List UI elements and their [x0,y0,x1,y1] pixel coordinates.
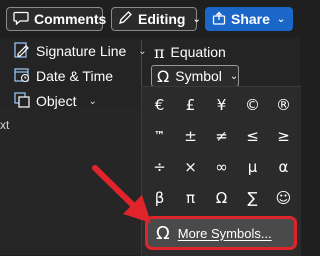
object-icon [14,91,30,111]
symbol-cell[interactable]: ™ [146,122,173,149]
symbol-cell[interactable]: β [146,184,173,211]
symbol-cell[interactable]: £ [177,91,204,118]
symbol-cell[interactable]: µ [239,153,266,180]
ribbon-empty-area [0,106,141,255]
symbol-label: Symbol [175,68,222,84]
calendar-icon [14,67,30,86]
symbol-cell[interactable]: α [270,153,297,180]
comments-label: Comments [34,11,107,27]
signature-line-label: Signature Line [36,43,127,59]
signature-line-button[interactable]: Signature Line ⌄ [14,41,147,61]
share-button[interactable]: Share ⌄ [205,7,293,31]
symbol-cell[interactable]: ≥ [270,122,297,149]
symbol-cell[interactable]: ± [177,122,204,149]
signature-line-icon [14,41,30,61]
chevron-down-icon: ⌄ [229,70,239,82]
symbol-cell[interactable]: ≠ [208,122,235,149]
chevron-down-icon: ⌄ [276,13,286,25]
equation-label: Equation [170,44,226,60]
date-time-label: Date & Time [36,68,114,84]
chevron-down-icon: ⌄ [192,13,201,25]
symbol-cell[interactable]: ÷ [146,153,173,180]
pi-icon: π [154,42,165,62]
symbol-cell[interactable]: Ω [208,184,235,211]
symbol-cell[interactable]: ¥ [208,91,235,118]
share-label: Share [231,11,270,27]
chevron-down-icon: ⌄ [88,95,97,107]
object-button[interactable]: Object ⌄ [14,91,97,111]
symbol-cell[interactable]: ® [270,91,297,118]
top-bar: Comments Editing ⌄ Share ⌄ [0,0,300,38]
truncated-group-label: xt [0,118,10,132]
editing-label: Editing [138,11,186,27]
omega-icon: Ω [156,222,170,244]
symbol-cell[interactable]: ∑ [239,184,266,211]
symbol-cell[interactable]: ∞ [208,153,235,180]
date-time-button[interactable]: Date & Time [14,66,113,86]
symbol-cell[interactable]: © [239,91,266,118]
symbol-cell[interactable]: ≤ [239,122,266,149]
editing-mode-button[interactable]: Editing ⌄ [111,7,201,31]
pencil-icon [118,10,133,28]
symbol-cell[interactable]: × [177,153,204,180]
object-label: Object [36,93,77,109]
share-icon [212,11,226,28]
comments-button[interactable]: Comments [6,7,107,31]
symbol-grid: € £ ¥ © ® ™ ± ≠ ≤ ≥ ÷ × ∞ µ α β π Ω ∑ ☺ [146,91,297,211]
more-symbols-button[interactable]: Ω More Symbols... [145,216,297,250]
symbol-cell[interactable]: € [146,91,173,118]
equation-button[interactable]: π Equation [154,42,226,62]
symbol-cell[interactable]: ☺ [270,184,297,211]
symbol-cell[interactable]: π [177,184,204,211]
symbol-dropdown-button[interactable]: Ω Symbol ⌄ [151,65,239,87]
more-symbols-label: More Symbols... [177,225,272,241]
comment-icon [13,11,29,28]
omega-icon: Ω [157,66,170,86]
chevron-down-icon: ⌄ [138,45,147,57]
